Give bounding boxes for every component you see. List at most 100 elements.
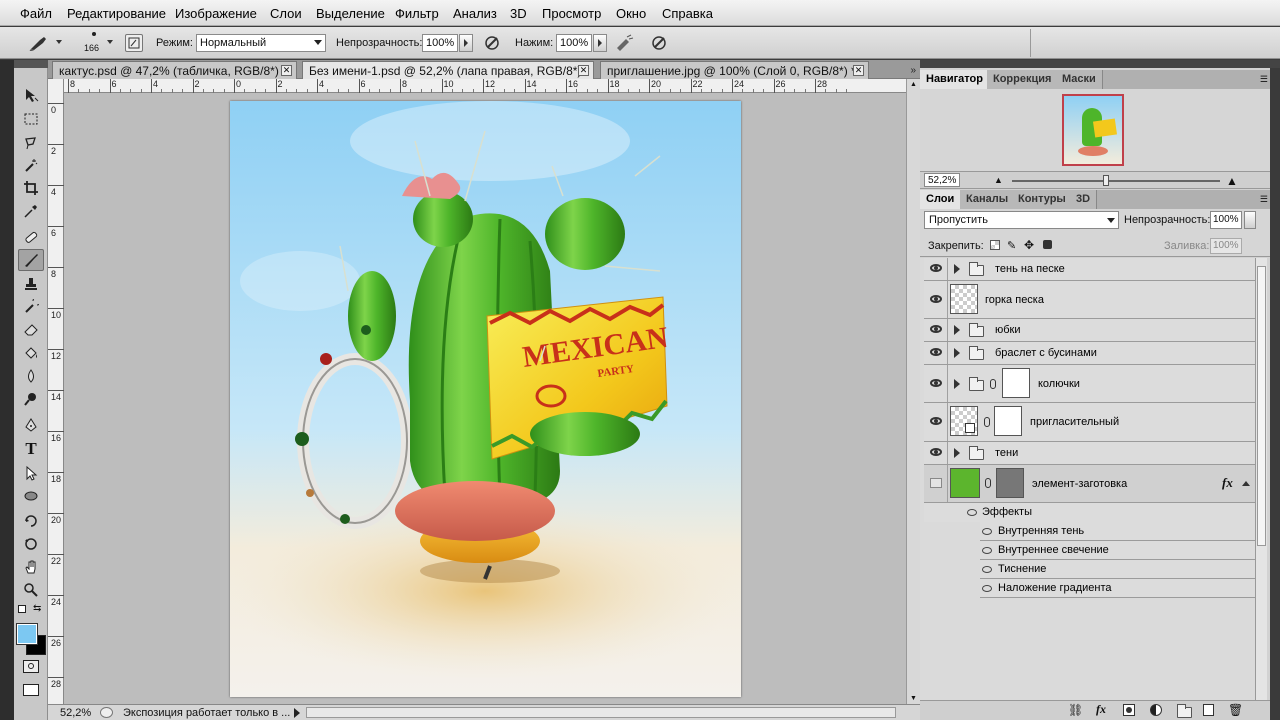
layer-mask-thumbnail[interactable] [1002,368,1030,398]
panel-dock-header[interactable] [920,60,1280,68]
move-tool-icon[interactable] [18,84,44,106]
hand-tool-icon[interactable] [18,556,44,578]
lock-pixels-icon[interactable]: ✎ [1007,239,1016,252]
paint-bucket-tool-icon[interactable] [18,342,44,364]
tab-adjustments[interactable]: Коррекция [987,70,1059,89]
menu-edit[interactable]: Редактирование [67,6,166,21]
clone-stamp-tool-icon[interactable] [18,273,44,295]
effect-row[interactable]: Тиснение [980,560,1255,579]
menu-filter[interactable]: Фильтр [395,6,439,21]
tabs-overflow-icon[interactable]: » [910,65,916,76]
adjustment-layer-icon[interactable] [1150,704,1162,716]
effect-row[interactable]: Наложение градиента [980,579,1255,598]
link-layers-icon[interactable]: ⛓ [1068,703,1083,717]
collapse-effects-icon[interactable] [1242,481,1250,486]
eye-icon[interactable] [982,566,992,573]
link-icon[interactable] [985,478,991,488]
brush-size-picker[interactable]: 166 [84,29,104,57]
visibility-toggle[interactable] [924,403,948,441]
layer-opacity-input[interactable]: 100% [1210,211,1242,229]
tab-channels[interactable]: Каналы [960,190,1016,209]
layer-row[interactable]: колючки [924,365,1255,403]
menu-image[interactable]: Изображение [175,6,257,21]
layer-mask-thumbnail[interactable] [996,468,1024,498]
healing-brush-tool-icon[interactable] [18,226,44,248]
eye-icon[interactable] [982,547,992,554]
document-canvas[interactable]: MEXICAN PARTY [230,101,741,697]
menu-layers[interactable]: Слои [270,6,302,21]
screen-mode-icon[interactable] [23,684,39,696]
menu-select[interactable]: Выделение [316,6,385,21]
expand-arrow-icon[interactable] [954,379,960,389]
new-group-icon[interactable] [1177,704,1192,718]
fill-input[interactable]: 100% [1210,238,1242,254]
lock-all-icon[interactable] [1043,240,1052,249]
status-info-icon[interactable] [100,707,113,718]
close-icon[interactable]: ✕ [578,65,589,76]
ruler-horizontal[interactable]: 8 6 4 2 0 2 4 6 8 10 12 14 16 18 20 22 24 26 28 [64,79,906,93]
eraser-tool-icon[interactable] [18,318,44,340]
delete-layer-icon[interactable]: 🗑 [1228,703,1243,717]
tab-invitation[interactable]: приглашение.jpg @ 100% (Слой 0, RGB/8*) … [600,61,869,79]
zoom-in-icon[interactable]: ▲ [1226,174,1238,188]
effect-row[interactable]: Внутренняя тень [980,522,1255,541]
status-menu-arrow-icon[interactable] [294,708,300,718]
zoom-tool-icon[interactable] [18,579,44,601]
tools-panel-header[interactable] [14,60,48,68]
quick-mask-icon[interactable] [23,660,39,673]
layer-row[interactable]: юбки [924,319,1255,342]
expand-arrow-icon[interactable] [954,264,960,274]
effects-header-row[interactable]: Эффекты [924,503,1255,522]
canvas-scrollbar-vertical[interactable]: ▲ ▼ [906,79,920,704]
crop-tool-icon[interactable] [18,177,44,199]
dodge-tool-icon[interactable] [18,388,44,410]
foreground-color-swatch[interactable] [16,623,38,645]
magic-wand-tool-icon[interactable] [18,154,44,176]
zoom-slider-track[interactable] [1012,180,1220,182]
tab-masks[interactable]: Маски [1056,70,1103,89]
history-brush-tool-icon[interactable] [18,296,44,318]
layer-opacity-slider-button[interactable] [1244,211,1256,229]
canvas-scrollbar-horizontal[interactable] [306,707,896,718]
add-mask-icon[interactable] [1123,704,1135,716]
pressure-slider-button[interactable] [593,34,607,52]
tablet-size-icon[interactable] [648,33,670,53]
expand-arrow-icon[interactable] [954,348,960,358]
eyedropper-tool-icon[interactable] [18,200,44,222]
zoom-slider-thumb[interactable] [1103,175,1109,186]
opacity-slider-button[interactable] [459,34,473,52]
type-tool-icon[interactable]: T [18,438,44,460]
tablet-opacity-icon[interactable] [481,33,503,53]
visibility-toggle[interactable] [924,465,948,502]
tab-navigator[interactable]: Навигатор [920,70,990,89]
tab-layers[interactable]: Слои [920,190,962,209]
layers-scrollbar-thumb[interactable] [1257,266,1266,546]
layer-row[interactable]: горка песка [924,281,1255,319]
menu-help[interactable]: Справка [662,6,713,21]
brush-preset-arrow-icon[interactable] [56,40,62,44]
blend-mode-select[interactable]: Нормальный [196,34,326,52]
visibility-toggle[interactable] [924,342,948,364]
visibility-toggle[interactable] [924,442,948,464]
layer-mask-thumbnail[interactable] [994,406,1022,436]
blur-tool-icon[interactable] [18,365,44,387]
panel-menu-icon[interactable]: ☰ [1260,194,1268,205]
pressure-input[interactable]: 100% [556,34,592,52]
fx-icon[interactable]: fx [1222,475,1233,491]
navigator-zoom-input[interactable]: 52,2% [924,173,960,187]
visibility-toggle[interactable] [924,365,948,402]
lock-transparency-icon[interactable] [990,240,1000,250]
3d-rotate-tool-icon[interactable] [18,510,44,532]
add-style-icon[interactable]: fx [1096,702,1106,717]
marquee-tool-icon[interactable] [18,108,44,130]
layer-row[interactable]: пригласительный [924,403,1255,442]
new-layer-icon[interactable] [1203,704,1214,716]
tab-paths[interactable]: Контуры [1012,190,1073,209]
visibility-toggle[interactable] [924,319,948,341]
layer-blend-mode-select[interactable]: Пропустить [924,211,1119,229]
brush-tool-icon[interactable] [18,249,44,271]
scroll-down-icon[interactable]: ▼ [910,695,917,702]
menu-3d[interactable]: 3D [510,6,527,21]
link-icon[interactable] [990,379,996,389]
tab-cactus[interactable]: кактус.psd @ 47,2% (табличка, RGB/8*) * ✕ [52,61,297,79]
